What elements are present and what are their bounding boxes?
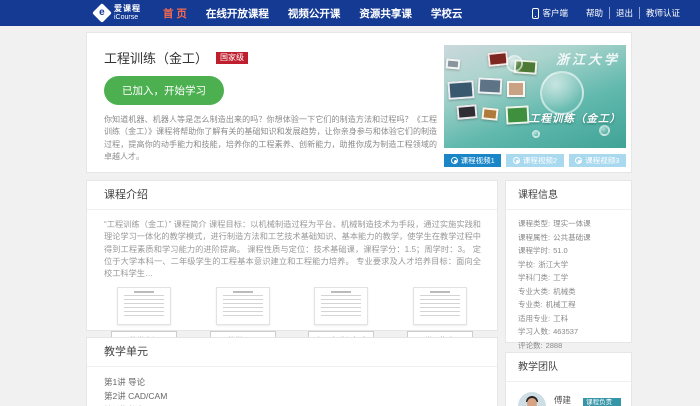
nav-menu: 首 页 在线开放课程 视频公开课 资源共享课 学校云 bbox=[163, 6, 462, 21]
nav-item-video-courses[interactable]: 视频公开课 bbox=[288, 6, 341, 21]
course-video-2-button[interactable]: 课程视频2 bbox=[506, 154, 563, 167]
info-row-course-hours: 课程学时:51.0 bbox=[518, 244, 619, 258]
course-description: 你知道机器、机器人等是怎么制造出来的吗？你想体验一下它们的制造方法和过程吗？《工… bbox=[104, 114, 437, 164]
doc-thumbnail-assessment[interactable] bbox=[314, 287, 368, 325]
banner-photo bbox=[478, 77, 503, 94]
icourse-logo-text: 爱课程 iCourse bbox=[114, 5, 141, 21]
video-button-label: 课程视频2 bbox=[523, 155, 557, 166]
avatar-face bbox=[527, 398, 537, 406]
course-hero-card: 工程训练（金工） 国家级 已加入，开始学习 你知道机器、机器人等是怎么制造出来的… bbox=[86, 32, 632, 173]
banner-photo bbox=[446, 58, 461, 69]
nav-item-school-cloud[interactable]: 学校云 bbox=[431, 6, 463, 21]
nav-item-open-courses[interactable]: 在线开放课程 bbox=[206, 6, 269, 21]
logo-line1: 爱课程 bbox=[114, 5, 141, 13]
doc-thumbnail-syllabus[interactable] bbox=[117, 287, 171, 325]
info-rows: 课程类型:理实一体课 课程属性:公共基础课 课程学时:51.0 学校:浙江大学 … bbox=[506, 210, 631, 359]
banner-bubble bbox=[599, 125, 610, 136]
banner-bubble bbox=[540, 71, 584, 115]
info-row-major-category: 专业大类:机械类 bbox=[518, 285, 619, 299]
banner-bubble bbox=[532, 130, 540, 138]
logo-line2: iCourse bbox=[114, 14, 141, 21]
banner-photo bbox=[447, 80, 474, 100]
nav-right-area: 客户端 帮助 退出 教师认证 bbox=[532, 7, 686, 19]
course-video-3-button[interactable]: 课程视频3 bbox=[569, 154, 626, 167]
info-row-course-attr: 课程属性:公共基础课 bbox=[518, 231, 619, 245]
team-heading: 教学团队 bbox=[506, 353, 631, 382]
banner-course-title: 工程训练（金工） bbox=[529, 111, 621, 126]
join-start-learning-button[interactable]: 已加入，开始学习 bbox=[104, 76, 224, 105]
client-link[interactable]: 客户端 bbox=[542, 7, 568, 19]
video-button-label: 课程视频1 bbox=[461, 155, 495, 166]
nav-item-home[interactable]: 首 页 bbox=[163, 6, 187, 21]
icourse-logo[interactable]: e 爱课程 iCourse bbox=[95, 5, 141, 21]
play-icon bbox=[451, 157, 458, 164]
info-heading: 课程信息 bbox=[506, 181, 631, 210]
team-member[interactable]: 傅建中 课程负责人 教授 bbox=[506, 382, 631, 406]
play-icon bbox=[575, 157, 582, 164]
intro-text: “工程训练（金工）” 课程简介 课程目标：以机械制造过程为平台、机械制造技术为手… bbox=[104, 219, 481, 280]
banner-bubble bbox=[506, 55, 523, 72]
doc-thumbnail-guide[interactable] bbox=[413, 287, 467, 325]
unit-item-1[interactable]: 第1讲 导论 bbox=[104, 375, 497, 389]
course-intro-card: 课程介绍 “工程训练（金工）” 课程简介 课程目标：以机械制造过程为平台、机械制… bbox=[86, 180, 498, 331]
video-button-label: 课程视频3 bbox=[585, 155, 619, 166]
info-row-applicable-major: 适用专业:工科 bbox=[518, 312, 619, 326]
banner-photo bbox=[507, 81, 525, 97]
info-row-course-type: 课程类型:理实一体课 bbox=[518, 217, 619, 231]
nav-item-shared-resources[interactable]: 资源共享课 bbox=[359, 6, 412, 21]
user-links: 帮助 退出 教师认证 bbox=[580, 7, 686, 19]
course-leader-badge: 课程负责人 bbox=[583, 398, 621, 406]
unit-list: 第1讲 导论 第2讲 CAD/CAM 第3讲 数车 第4讲 数铣 第5讲 逆向工… bbox=[87, 367, 497, 406]
course-banner-image[interactable]: 浙江大学 工程训练（金工） bbox=[444, 45, 626, 148]
info-row-school: 学校:浙江大学 bbox=[518, 258, 619, 272]
banner-photo bbox=[506, 105, 530, 124]
help-link[interactable]: 帮助 bbox=[580, 7, 609, 19]
doc-thumbnail-calendar[interactable] bbox=[216, 287, 270, 325]
member-name-row: 傅建中 课程负责人 bbox=[554, 394, 621, 406]
info-row-comment-count: 评论数:2888 bbox=[518, 339, 619, 353]
intro-heading: 课程介绍 bbox=[87, 181, 497, 210]
units-heading: 教学单元 bbox=[87, 338, 497, 367]
course-title: 工程训练（金工） bbox=[104, 48, 208, 67]
member-info: 傅建中 课程负责人 教授 bbox=[554, 392, 621, 406]
unit-item-2[interactable]: 第2讲 CAD/CAM bbox=[104, 389, 497, 403]
banner-photo bbox=[481, 107, 498, 121]
teacher-avatar bbox=[518, 392, 546, 406]
course-video-1-button[interactable]: 课程视频1 bbox=[444, 154, 501, 167]
teaching-team-card: 教学团队 傅建中 课程负责人 教授 bbox=[505, 352, 632, 406]
course-info-card: 课程信息 课程类型:理实一体课 课程属性:公共基础课 课程学时:51.0 学校:… bbox=[505, 180, 632, 343]
course-video-tabs: 课程视频1 课程视频2 课程视频3 bbox=[444, 154, 626, 167]
play-icon bbox=[513, 157, 520, 164]
teacher-cert-link[interactable]: 教师认证 bbox=[639, 7, 686, 19]
teaching-units-card: 教学单元 第1讲 导论 第2讲 CAD/CAM 第3讲 数车 第4讲 数铣 第5… bbox=[86, 337, 498, 406]
info-row-major-class: 专业类:机械工程 bbox=[518, 298, 619, 312]
top-navbar: e 爱课程 iCourse 首 页 在线开放课程 视频公开课 资源共享课 学校云… bbox=[0, 0, 700, 26]
member-name: 傅建中 bbox=[554, 394, 579, 406]
icourse-logo-icon: e bbox=[92, 3, 112, 23]
logout-link[interactable]: 退出 bbox=[609, 7, 639, 19]
info-row-discipline: 学科门类:工学 bbox=[518, 271, 619, 285]
info-row-learner-count: 学习人数:463537 bbox=[518, 325, 619, 339]
banner-photo bbox=[456, 104, 477, 120]
banner-university-watermark: 浙江大学 bbox=[556, 49, 620, 68]
national-level-badge: 国家级 bbox=[216, 52, 248, 64]
phone-icon bbox=[532, 8, 539, 19]
course-title-row: 工程训练（金工） 国家级 bbox=[104, 48, 248, 67]
